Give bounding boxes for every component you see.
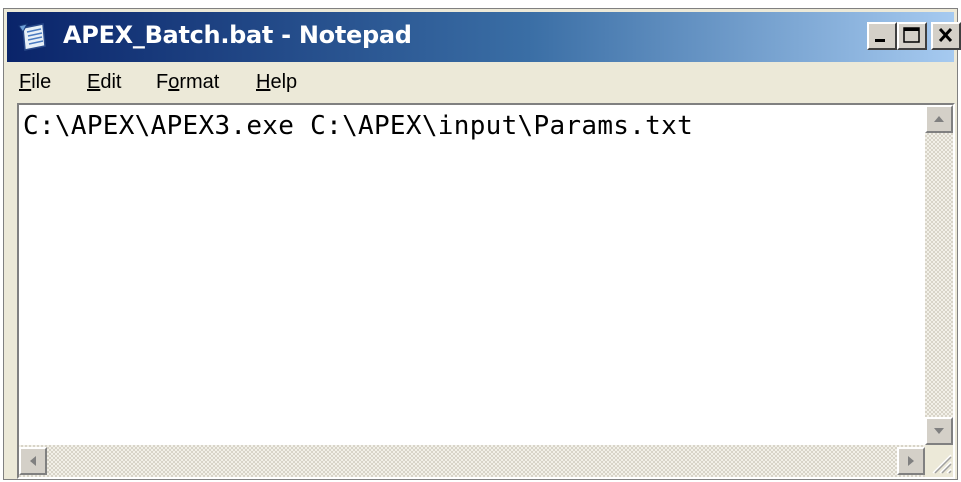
resize-grip[interactable]	[925, 445, 953, 477]
text-editor[interactable]: C:\APEX\APEX3.exe C:\APEX\input\Params.t…	[19, 105, 925, 445]
horizontal-scrollbar[interactable]	[19, 445, 925, 477]
menu-format-prefix: F	[156, 71, 169, 93]
editor-frame: C:\APEX\APEX3.exe C:\APEX\input\Params.t…	[17, 103, 955, 479]
window-title: APEX_Batch.bat - Notepad	[63, 21, 412, 49]
arrow-left-icon	[30, 456, 36, 466]
maximize-icon	[903, 27, 920, 43]
minimize-button[interactable]	[867, 22, 897, 50]
scroll-up-button[interactable]	[925, 105, 953, 133]
notepad-window: APEX_Batch.bat - Notepad File Edit Forma…	[3, 8, 961, 480]
scroll-left-button[interactable]	[19, 447, 47, 475]
menu-format-mnemonic: o	[168, 71, 180, 93]
menu-format-label: rmat	[179, 71, 220, 93]
menu-help[interactable]: Help	[256, 71, 297, 94]
vertical-scrollbar[interactable]	[925, 105, 953, 445]
menu-bar: File Edit Format Help	[7, 65, 954, 101]
menu-file-mnemonic: F	[19, 71, 32, 93]
menu-edit-mnemonic: E	[87, 71, 101, 93]
menu-edit-label: dit	[100, 71, 122, 93]
menu-file[interactable]: File	[19, 71, 51, 94]
title-bar[interactable]: APEX_Batch.bat - Notepad	[7, 12, 961, 62]
arrow-down-icon	[934, 428, 944, 434]
minimize-icon	[875, 39, 885, 42]
arrow-up-icon	[934, 116, 944, 122]
menu-help-mnemonic: H	[256, 71, 271, 93]
scroll-right-button[interactable]	[897, 447, 925, 475]
close-button[interactable]	[931, 22, 961, 50]
notepad-icon[interactable]	[17, 22, 49, 52]
editor-text-line: C:\APEX\APEX3.exe C:\APEX\input\Params.t…	[23, 111, 694, 141]
menu-format[interactable]: Format	[156, 71, 219, 94]
arrow-right-icon	[908, 456, 914, 466]
scroll-down-button[interactable]	[925, 417, 953, 445]
maximize-button[interactable]	[897, 22, 927, 50]
resize-grip-icon	[932, 454, 952, 474]
menu-edit[interactable]: Edit	[87, 71, 121, 94]
menu-file-label: ile	[31, 71, 52, 93]
close-icon	[938, 27, 953, 43]
menu-help-label: elp	[270, 71, 298, 93]
